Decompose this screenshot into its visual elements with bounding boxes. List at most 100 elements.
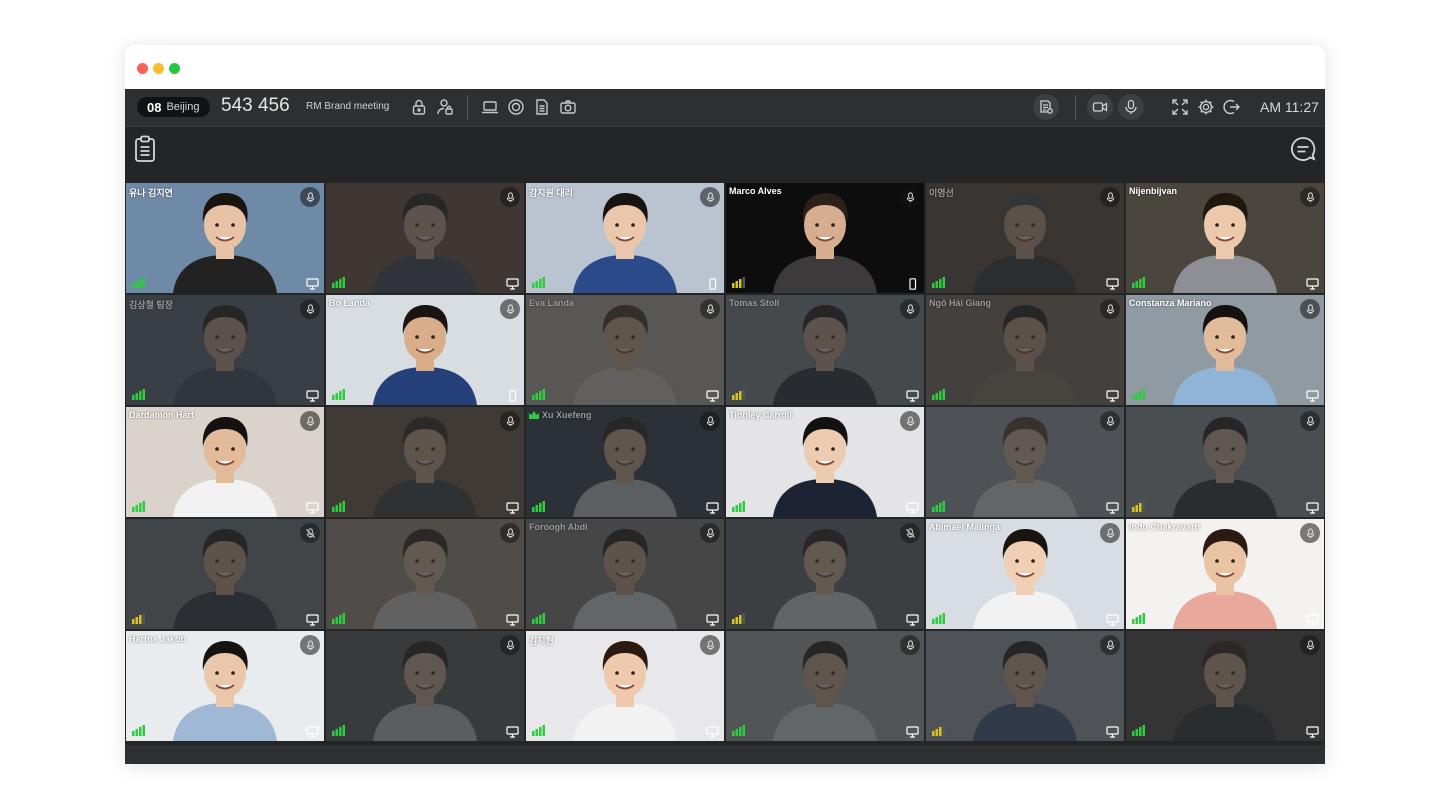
participant-tile[interactable] (926, 407, 1124, 517)
desktop-icon (706, 725, 719, 738)
inactive-overlay (926, 295, 1124, 405)
participant-tile[interactable]: 이영선 (926, 183, 1124, 293)
participant-tile[interactable]: Hartna Jakob (126, 631, 324, 741)
participant-tile[interactable] (926, 631, 1124, 741)
microphone-icon[interactable] (700, 635, 720, 655)
microphone-icon[interactable] (1118, 94, 1144, 120)
participant-tile[interactable]: Dardanion Hart (126, 407, 324, 517)
room-number: 08 (147, 99, 162, 115)
microphone-icon[interactable] (1100, 411, 1120, 431)
signal-strength-icon (1132, 389, 1145, 400)
participant-tile[interactable]: 김지현 (526, 631, 724, 741)
user-lock-icon[interactable] (436, 98, 454, 116)
microphone-icon[interactable] (700, 523, 720, 543)
microphone-icon[interactable] (300, 187, 320, 207)
microphone-icon[interactable] (300, 635, 320, 655)
participant-tile[interactable] (326, 519, 524, 629)
microphone-icon[interactable] (500, 523, 520, 543)
participant-tile[interactable]: Indu Chakravarti (1126, 519, 1324, 629)
participant-tile[interactable] (726, 519, 924, 629)
microphone-icon[interactable] (1300, 299, 1320, 319)
exit-icon[interactable] (1223, 98, 1241, 116)
inactive-overlay (126, 519, 324, 629)
microphone-icon[interactable] (500, 635, 520, 655)
microphone-icon[interactable] (1300, 187, 1320, 207)
inactive-overlay (526, 407, 724, 517)
lock-icon[interactable] (410, 98, 428, 116)
participant-name: Xu Xuefeng (529, 410, 592, 420)
microphone-icon[interactable] (500, 187, 520, 207)
chat-icon[interactable] (1290, 135, 1316, 163)
microphone-icon[interactable] (500, 299, 520, 319)
participant-name: Indu Chakravarti (1129, 522, 1201, 532)
microphone-icon[interactable] (700, 411, 720, 431)
microphone-icon[interactable] (1300, 635, 1320, 655)
microphone-icon[interactable] (1100, 523, 1120, 543)
participant-tile[interactable]: Tomas Stoll (726, 295, 924, 405)
microphone-icon[interactable] (900, 187, 920, 207)
desktop-icon (506, 613, 519, 626)
participant-tile[interactable] (326, 407, 524, 517)
clipboard-icon[interactable] (133, 135, 159, 163)
participant-tile[interactable]: Ngô Hải Giang (926, 295, 1124, 405)
gear-icon[interactable] (1197, 98, 1215, 116)
phone-icon (706, 277, 719, 290)
laptop-icon[interactable] (481, 98, 499, 116)
participant-tile[interactable] (126, 519, 324, 629)
microphone-icon[interactable] (1100, 187, 1120, 207)
participant-tile[interactable] (726, 631, 924, 741)
inactive-overlay (326, 631, 524, 741)
room-badge[interactable]: 08 Beijing (137, 97, 210, 117)
participant-tile[interactable]: Tionley Carroll (726, 407, 924, 517)
close-window-button[interactable] (137, 63, 148, 74)
participant-tile[interactable] (1126, 631, 1324, 741)
participant-tile[interactable] (326, 631, 524, 741)
participant-video (1173, 193, 1277, 293)
participant-tile[interactable]: Xu Xuefeng (526, 407, 724, 517)
mic-muted-icon[interactable] (300, 523, 320, 543)
participant-tile[interactable]: 유나 김지연 (126, 183, 324, 293)
maximize-window-button[interactable] (169, 63, 180, 74)
microphone-icon[interactable] (1100, 635, 1120, 655)
microphone-icon[interactable] (300, 411, 320, 431)
participant-tile[interactable]: 강지원 대리 (526, 183, 724, 293)
microphone-icon[interactable] (1300, 523, 1320, 543)
participant-video (1173, 529, 1277, 629)
signal-strength-icon (1132, 725, 1145, 736)
participant-tile[interactable]: Bo Landa (326, 295, 524, 405)
participant-tile[interactable] (1126, 407, 1324, 517)
mic-muted-icon[interactable] (900, 523, 920, 543)
document-icon[interactable] (533, 98, 551, 116)
signal-strength-icon (532, 501, 545, 512)
microphone-icon[interactable] (700, 299, 720, 319)
minimize-window-button[interactable] (153, 63, 164, 74)
participant-tile[interactable]: 김상철 팀장 (126, 295, 324, 405)
participant-tile[interactable]: Abimael Malinga (926, 519, 1124, 629)
video-icon[interactable] (1087, 94, 1113, 120)
participant-tile[interactable]: Marco Alves (726, 183, 924, 293)
microphone-icon[interactable] (900, 299, 920, 319)
toolbar-divider (1075, 95, 1076, 120)
participant-tile[interactable]: Nijenbijvan (1126, 183, 1324, 293)
microphone-icon[interactable] (300, 299, 320, 319)
microphone-icon[interactable] (500, 411, 520, 431)
record-icon[interactable] (507, 98, 525, 116)
signal-strength-icon (532, 389, 545, 400)
inactive-overlay (326, 183, 524, 293)
camera-icon[interactable] (559, 98, 577, 116)
participant-tile[interactable]: Foroogh Abdi (526, 519, 724, 629)
participant-tile[interactable] (326, 183, 524, 293)
fullscreen-icon[interactable] (1171, 98, 1189, 116)
desktop-icon (1306, 277, 1319, 290)
participant-tile[interactable]: Constanza Mariano (1126, 295, 1324, 405)
microphone-icon[interactable] (1100, 299, 1120, 319)
microphone-icon[interactable] (700, 187, 720, 207)
microphone-icon[interactable] (900, 411, 920, 431)
report-icon[interactable] (1033, 94, 1059, 120)
video-grid: 유나 김지연 강지원 대리 Marco Alves 이영선 Nijenbijva… (126, 183, 1324, 745)
participant-tile[interactable]: Eva Landa (526, 295, 724, 405)
inactive-overlay (326, 519, 524, 629)
participant-video (1173, 305, 1277, 405)
microphone-icon[interactable] (900, 635, 920, 655)
microphone-icon[interactable] (1300, 411, 1320, 431)
